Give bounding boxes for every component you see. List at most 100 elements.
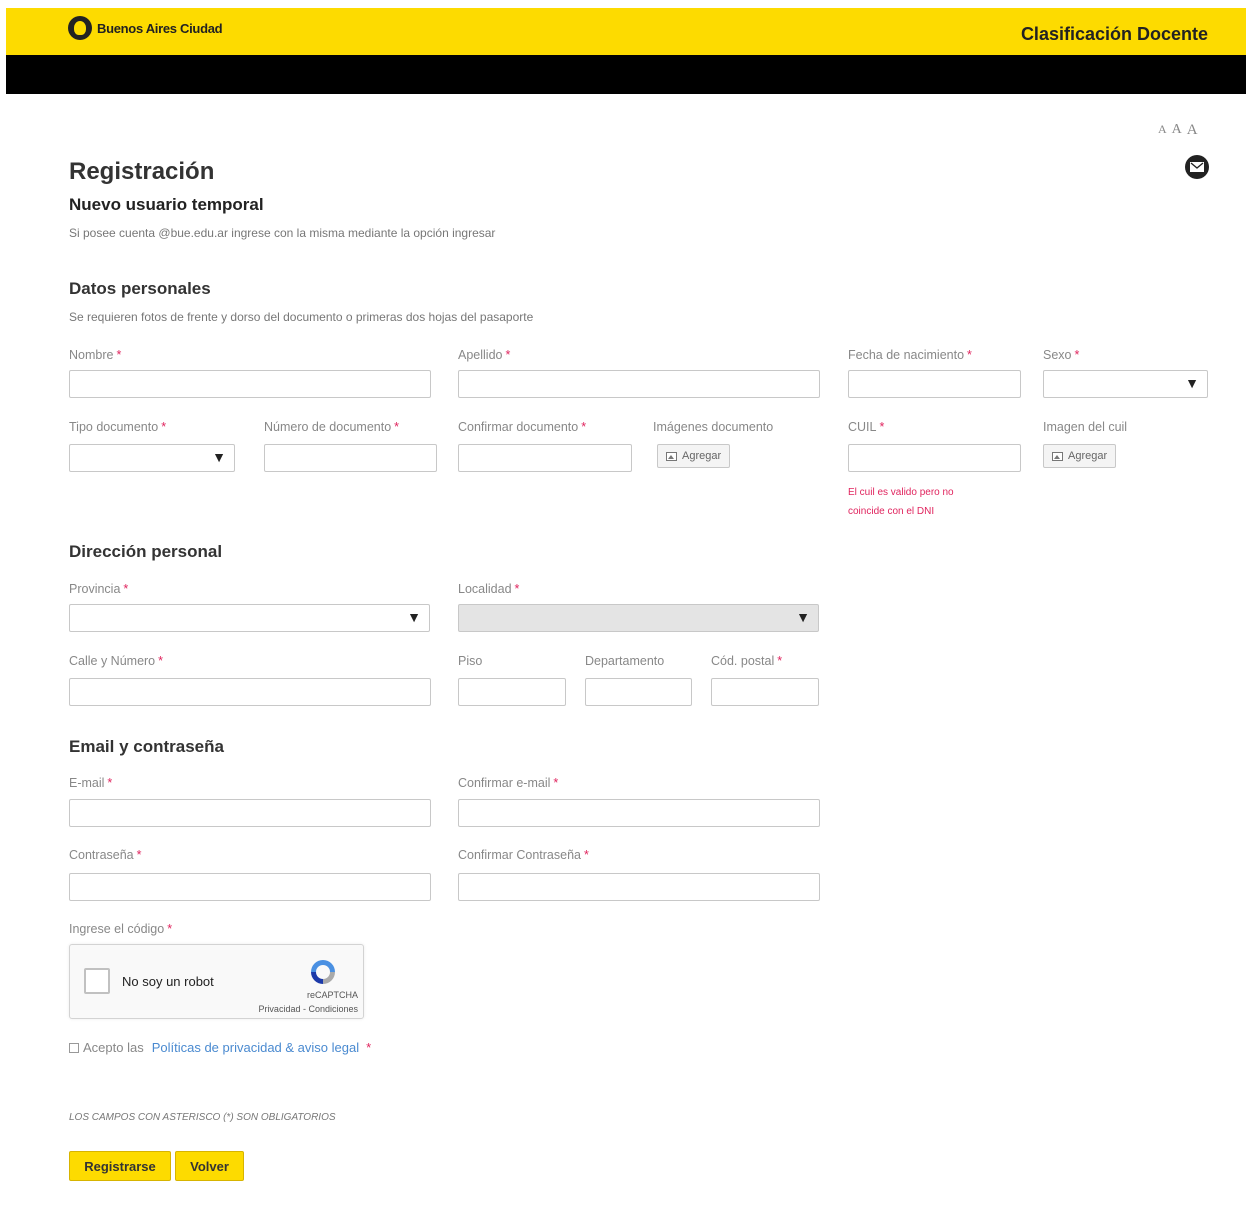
cod-postal-input[interactable] — [711, 678, 819, 706]
mandatory-fields-note: LOS CAMPOS CON ASTERISCO (*) SON OBLIGAT… — [69, 1112, 336, 1123]
page-subtitle: Nuevo usuario temporal — [69, 195, 264, 214]
font-size-controls: A A A — [1158, 122, 1198, 139]
required-asterisk: * — [879, 420, 885, 434]
required-asterisk: * — [581, 420, 587, 434]
required-asterisk: * — [583, 848, 589, 862]
register-button[interactable]: Registrarse — [69, 1151, 171, 1181]
label-fecha-nacimiento: Fecha de nacimiento * — [848, 348, 972, 362]
label-codigo: Ingrese el código * — [69, 922, 173, 936]
label-provincia: Provincia * — [69, 582, 129, 596]
provincia-select[interactable]: ▼ — [69, 604, 430, 632]
agregar-label: Agregar — [682, 450, 722, 462]
label-tipo-documento: Tipo documento * — [69, 420, 167, 434]
contrasena-input[interactable] — [69, 873, 431, 901]
localidad-select: ▼ — [458, 604, 819, 632]
label-calle: Calle y Número * — [69, 654, 164, 668]
agregar-imagenes-documento-button[interactable]: Agregar — [657, 444, 731, 468]
required-asterisk: * — [116, 348, 122, 362]
chevron-down-icon: ▼ — [1185, 375, 1199, 391]
contact-mail-button[interactable] — [1185, 155, 1209, 179]
image-icon — [1052, 451, 1063, 461]
required-asterisk: * — [136, 848, 142, 862]
required-asterisk: * — [1074, 348, 1080, 362]
departamento-input[interactable] — [585, 678, 692, 706]
fecha-nacimiento-input[interactable] — [848, 370, 1021, 398]
font-reset-button[interactable]: A — [1172, 122, 1182, 139]
site-title: Clasificación Docente — [1020, 24, 1208, 44]
agregar-label: Agregar — [1068, 450, 1108, 462]
sexo-select[interactable]: ▼ — [1043, 370, 1208, 398]
terms-prefix: Acepto las — [83, 1040, 144, 1055]
confirmar-email-input[interactable] — [458, 799, 820, 827]
label-cod-postal: Cód. postal * — [711, 654, 783, 668]
label-cuil: CUIL * — [848, 420, 885, 434]
label-numero-documento: Número de documento * — [264, 420, 400, 434]
font-increase-button[interactable]: A — [1187, 122, 1198, 139]
terms-checkbox[interactable] — [69, 1042, 79, 1053]
tipo-documento-select[interactable]: ▼ — [69, 444, 235, 472]
chevron-down-icon: ▼ — [796, 609, 810, 625]
recaptcha-widget: No soy un robot reCAPTCHA Privacidad - C… — [69, 944, 364, 1019]
confirmar-contrasena-input[interactable] — [458, 873, 820, 901]
apellido-input[interactable] — [458, 370, 820, 398]
label-imagen-cuil: Imagen del cuil — [1043, 420, 1128, 434]
required-asterisk: * — [161, 420, 167, 434]
brand-logo[interactable]: Buenos Aires Ciudad — [68, 16, 223, 40]
required-asterisk: * — [777, 654, 783, 668]
agregar-imagen-cuil-button[interactable]: Agregar — [1043, 444, 1117, 468]
personal-note: Se requieren fotos de frente y dorso del… — [69, 310, 534, 324]
envelope-icon — [1190, 162, 1204, 172]
recaptcha-brand: reCAPTCHA — [306, 990, 358, 1000]
chevron-down-icon: ▼ — [407, 609, 421, 625]
required-asterisk: * — [158, 654, 164, 668]
label-contrasena: Contraseña * — [69, 848, 142, 862]
required-asterisk: * — [366, 1040, 372, 1055]
cuil-hint-line-2: coincide con el DNI — [848, 506, 935, 517]
font-decrease-button[interactable]: A — [1158, 122, 1167, 139]
email-input[interactable] — [69, 799, 431, 827]
privacy-policy-link[interactable]: Políticas de privacidad & aviso legal — [152, 1040, 359, 1055]
label-confirmar-contrasena: Confirmar Contraseña * — [458, 848, 589, 862]
label-confirmar-documento: Confirmar documento * — [458, 420, 587, 434]
label-localidad: Localidad * — [458, 582, 520, 596]
required-asterisk: * — [123, 582, 129, 596]
cuil-input[interactable] — [848, 444, 1021, 472]
recaptcha-checkbox[interactable] — [84, 968, 110, 994]
nombre-input[interactable] — [69, 370, 431, 398]
recaptcha-logo-icon — [311, 960, 335, 984]
label-apellido: Apellido * — [458, 348, 511, 362]
recaptcha-label: No soy un robot — [122, 974, 214, 989]
label-email: E-mail * — [69, 776, 113, 790]
section-heading-account: Email y contraseña — [69, 737, 224, 756]
label-nombre: Nombre * — [69, 348, 122, 362]
required-asterisk: * — [514, 582, 520, 596]
confirmar-documento-input[interactable] — [458, 444, 632, 472]
page-title: Registración — [69, 158, 215, 185]
required-asterisk: * — [107, 776, 113, 790]
label-sexo: Sexo * — [1043, 348, 1080, 362]
piso-input[interactable] — [458, 678, 566, 706]
required-asterisk: * — [505, 348, 511, 362]
label-piso: Piso — [458, 654, 483, 668]
required-asterisk: * — [167, 922, 173, 936]
chevron-down-icon: ▼ — [212, 449, 226, 465]
cuil-hint-line-1: El cuil es valido pero no — [848, 487, 954, 498]
required-asterisk: * — [394, 420, 400, 434]
black-navigation-bar — [6, 55, 1246, 94]
section-heading-personal: Datos personales — [69, 279, 211, 298]
label-imagenes-documento: Imágenes documento — [653, 420, 774, 434]
required-asterisk: * — [553, 776, 559, 790]
terms-row: Acepto las Políticas de privacidad & avi… — [69, 1040, 371, 1055]
buenos-aires-logo-icon — [68, 16, 92, 40]
required-asterisk: * — [967, 348, 972, 362]
brand-name: Buenos Aires Ciudad — [97, 20, 223, 36]
label-confirmar-email: Confirmar e-mail * — [458, 776, 559, 790]
back-button[interactable]: Volver — [175, 1151, 244, 1181]
recaptcha-links[interactable]: Privacidad - Condiciones — [258, 1004, 358, 1014]
calle-input[interactable] — [69, 678, 431, 706]
label-departamento: Departamento — [585, 654, 665, 668]
image-icon — [666, 451, 677, 461]
cuil-validation-message: El cuil es valido pero no coincide con e… — [848, 483, 954, 521]
section-heading-address: Dirección personal — [69, 542, 223, 561]
numero-documento-input[interactable] — [264, 444, 437, 472]
